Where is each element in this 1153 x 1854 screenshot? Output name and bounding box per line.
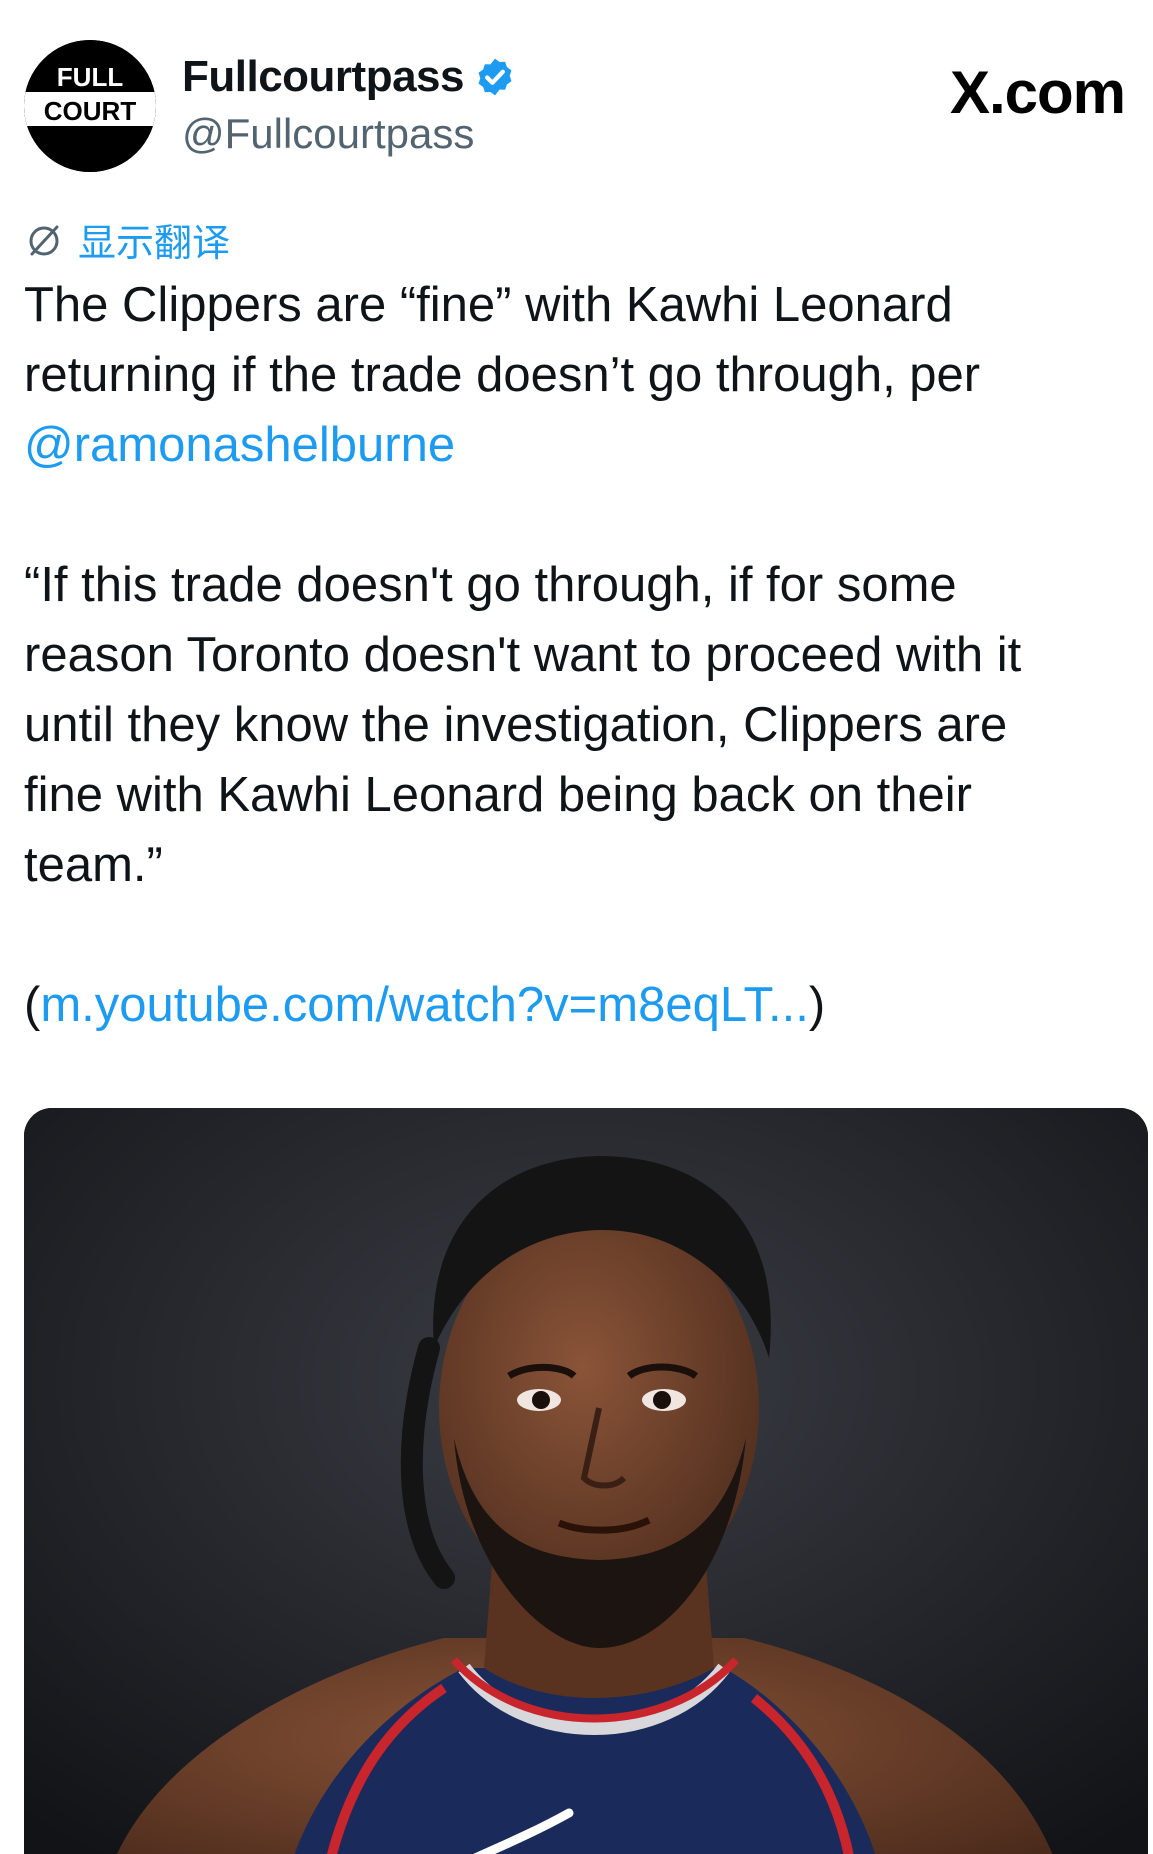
youtube-link[interactable]: m.youtube.com/watch?v=m8eqLT... <box>40 978 809 1032</box>
link-close-paren: ) <box>808 978 826 1032</box>
mention-link[interactable]: @ramonashelburne <box>24 418 455 472</box>
link-line: (m.youtube.com/watch?v=m8eqLT...) <box>24 970 1134 1040</box>
author-handle[interactable]: @Fullcourtpass <box>182 110 516 158</box>
tweet-line: The Clippers are “fine” with Kawhi Leona… <box>24 278 953 332</box>
tweet-screenshot: FULL COURT Fullcourtpass @Fullcourtpass … <box>0 0 1153 1854</box>
avatar-text-line2: COURT <box>44 96 137 126</box>
quote-line: team.” <box>24 838 163 892</box>
translate-label: 显示翻译 <box>78 223 231 265</box>
translate-icon <box>29 225 59 255</box>
quote-line: until they know the investigation, Clipp… <box>24 698 1008 752</box>
link-open-paren: ( <box>24 978 41 1032</box>
tweet-text: The Clippers are “fine” with Kawhi Leona… <box>24 270 1134 1040</box>
tweet-line: returning if the trade doesn’t go throug… <box>24 348 981 402</box>
avatar[interactable]: FULL COURT <box>24 40 156 172</box>
verified-badge-icon <box>478 58 512 96</box>
author-block: Fullcourtpass @Fullcourtpass <box>182 52 516 158</box>
quote-line: fine with Kawhi Leonard being back on th… <box>24 768 972 822</box>
avatar-text-line1: FULL <box>57 62 124 92</box>
tweet-media-image[interactable] <box>24 1108 1148 1854</box>
author-display-name[interactable]: Fullcourtpass <box>182 52 465 102</box>
player-photo <box>24 1108 1148 1854</box>
brand-logo: X.com <box>949 59 1126 126</box>
translate-button[interactable]: 显示翻译 <box>24 212 230 267</box>
quote-line: “If this trade doesn't go through, if fo… <box>24 558 957 612</box>
avatar-logo: FULL COURT <box>24 40 156 172</box>
quote-line: reason Toronto doesn't want to proceed w… <box>24 628 1022 682</box>
